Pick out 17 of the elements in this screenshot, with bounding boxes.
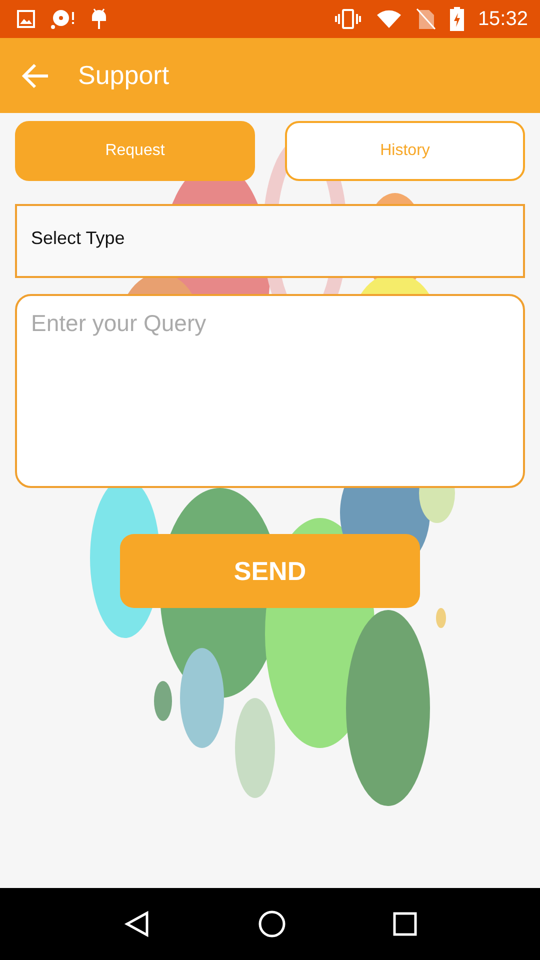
tab[interactable]: History <box>285 121 525 181</box>
wifi-icon <box>376 8 402 30</box>
disc-icon <box>50 8 76 30</box>
clock-time: 15:32 <box>478 8 528 30</box>
type-dropdown[interactable]: Select Type <box>15 204 525 278</box>
image-icon <box>16 9 36 29</box>
home-icon[interactable] <box>258 910 286 938</box>
tab[interactable]: Request <box>15 121 255 181</box>
recents-icon[interactable] <box>392 912 417 936</box>
send-button[interactable]: SEND <box>120 534 420 608</box>
back-icon[interactable] <box>123 910 152 938</box>
vibrate-icon <box>334 8 362 30</box>
no-sim-icon <box>416 8 436 30</box>
screen-title: Support <box>78 60 170 91</box>
query-field[interactable]: Enter your Query <box>15 294 525 488</box>
android-icon <box>90 7 108 31</box>
battery-icon <box>450 7 464 31</box>
